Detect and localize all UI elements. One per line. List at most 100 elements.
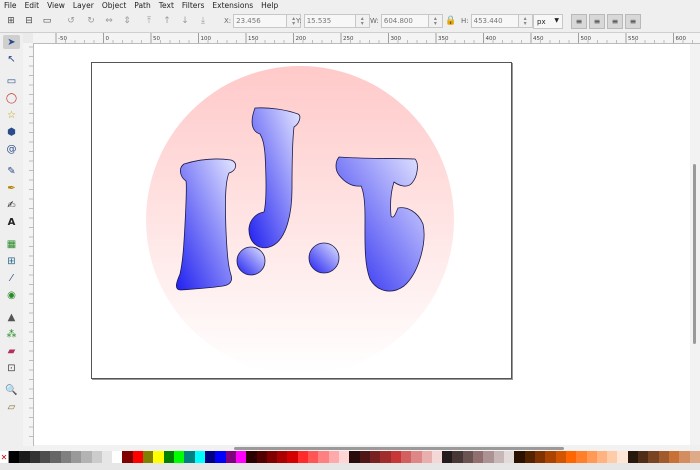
color-swatch[interactable]	[689, 451, 700, 463]
menu-item-help[interactable]: Help	[257, 0, 282, 11]
color-swatch[interactable]	[287, 451, 298, 463]
color-swatch[interactable]	[411, 451, 422, 463]
color-swatch[interactable]	[369, 451, 381, 463]
color-swatch[interactable]	[462, 451, 474, 463]
color-swatch[interactable]	[266, 451, 278, 463]
menu-item-path[interactable]: Path	[130, 0, 154, 11]
dot-two-shape[interactable]	[308, 242, 340, 274]
color-swatch[interactable]	[246, 451, 257, 463]
lower-icon[interactable]: ↓	[178, 14, 192, 28]
color-swatch[interactable]	[627, 451, 639, 463]
calligraphy-tool-icon[interactable]: ✍	[3, 198, 20, 212]
select-all-icon[interactable]: ⊞	[4, 14, 18, 28]
move-patterns-icon[interactable]: ≡	[625, 14, 641, 29]
color-swatch[interactable]	[122, 451, 133, 463]
color-swatch[interactable]	[277, 451, 288, 463]
color-swatch[interactable]	[431, 451, 443, 463]
color-swatch[interactable]	[473, 451, 484, 463]
color-swatch[interactable]	[143, 451, 154, 463]
y-input[interactable]: 15.535	[303, 14, 356, 28]
scale-corners-icon[interactable]: ≡	[589, 14, 605, 29]
color-swatch[interactable]	[483, 451, 494, 463]
menu-item-file[interactable]: File	[0, 0, 21, 11]
pencil-tool-icon[interactable]: ✎	[3, 164, 20, 178]
menu-item-object[interactable]: Object	[98, 0, 130, 11]
color-swatch[interactable]	[308, 451, 319, 463]
select-all-layers-icon[interactable]: ⊟	[22, 14, 36, 28]
color-swatch[interactable]	[359, 451, 370, 463]
color-swatch[interactable]	[194, 451, 205, 463]
y-stepper[interactable]: ▴ ▾	[355, 14, 370, 28]
vertical-scroll-thumb[interactable]	[693, 164, 696, 344]
raise-icon[interactable]: ↑	[160, 14, 174, 28]
color-swatch[interactable]	[163, 451, 174, 463]
ellipse-tool-icon[interactable]: ◯	[3, 91, 20, 105]
color-swatch[interactable]	[29, 451, 40, 463]
menu-item-extensions[interactable]: Extensions	[208, 0, 257, 11]
color-swatch[interactable]	[524, 451, 535, 463]
lower-to-bottom-icon[interactable]: ⤓	[196, 14, 210, 28]
color-swatch[interactable]	[297, 451, 309, 463]
color-swatch[interactable]	[215, 451, 226, 463]
menu-item-text[interactable]: Text	[155, 0, 178, 11]
h-input[interactable]: 453.440	[470, 14, 519, 28]
color-swatch[interactable]	[565, 451, 577, 463]
color-swatch[interactable]	[545, 451, 556, 463]
menu-item-edit[interactable]: Edit	[21, 0, 44, 11]
paint-bucket-tool-icon[interactable]: ◉	[3, 288, 20, 302]
horizontal-ruler[interactable]: -500501001502002503003504004505005506006…	[33, 33, 700, 44]
horizontal-scroll-thumb[interactable]	[234, 447, 564, 450]
color-swatch[interactable]	[349, 451, 360, 463]
menu-item-view[interactable]: View	[43, 0, 69, 11]
color-swatch[interactable]	[442, 451, 453, 463]
connector-tool-icon[interactable]: ⊡	[3, 361, 20, 375]
color-swatch[interactable]	[576, 451, 587, 463]
menu-item-filters[interactable]: Filters	[178, 0, 208, 11]
star-tool-icon[interactable]: ☆	[3, 108, 20, 122]
3dbox-tool-icon[interactable]: ⬢	[3, 125, 20, 139]
color-swatch[interactable]	[514, 451, 525, 463]
rotate-cw-icon[interactable]: ↻	[84, 14, 98, 28]
drawing-canvas[interactable]	[34, 44, 690, 445]
color-swatch[interactable]	[504, 451, 515, 463]
text-tool-icon[interactable]: A	[3, 215, 20, 229]
color-swatch[interactable]	[112, 451, 123, 463]
color-swatch[interactable]	[132, 451, 144, 463]
color-swatch[interactable]	[235, 451, 247, 463]
color-swatch[interactable]	[70, 451, 82, 463]
color-swatch[interactable]	[400, 451, 412, 463]
flip-horizontal-icon[interactable]: ⇔	[102, 14, 116, 28]
color-swatch[interactable]	[153, 451, 164, 463]
color-swatch[interactable]	[19, 451, 30, 463]
color-swatch[interactable]	[81, 451, 92, 463]
eraser-tool-icon[interactable]: ▰	[3, 344, 20, 358]
color-swatch[interactable]	[679, 451, 690, 463]
measure-tool-icon[interactable]: ▱	[3, 400, 20, 414]
zoom-tool-icon[interactable]: 🔍	[3, 383, 20, 397]
spray-tool-icon[interactable]: ⁂	[3, 327, 20, 341]
dot-one-shape[interactable]	[236, 246, 266, 276]
color-swatch[interactable]	[638, 451, 649, 463]
pen-tool-icon[interactable]: ✒	[3, 181, 20, 195]
w-input[interactable]: 604.800	[380, 14, 429, 28]
unit-select[interactable]: px ▼	[533, 14, 563, 29]
menu-item-layer[interactable]: Layer	[69, 0, 98, 11]
vertical-ruler[interactable]	[23, 43, 34, 446]
color-swatch[interactable]	[91, 451, 102, 463]
color-swatch[interactable]	[39, 451, 51, 463]
x-input[interactable]: 23.456	[233, 14, 288, 28]
color-swatch[interactable]	[555, 451, 566, 463]
color-swatch[interactable]	[586, 451, 597, 463]
rotate-ccw-icon[interactable]: ↺	[64, 14, 78, 28]
raise-to-top-icon[interactable]: ⤒	[142, 14, 156, 28]
color-swatch[interactable]	[256, 451, 267, 463]
color-swatch[interactable]	[421, 451, 432, 463]
deselect-icon[interactable]: ▭	[40, 14, 54, 28]
color-swatch[interactable]	[339, 451, 350, 463]
dropper-tool-icon[interactable]: ⁄	[3, 271, 20, 285]
artwork[interactable]	[34, 44, 690, 445]
color-swatch[interactable]	[390, 451, 401, 463]
color-swatch[interactable]	[452, 451, 463, 463]
node-tool-icon[interactable]: ↖	[3, 52, 20, 66]
color-swatch[interactable]	[174, 451, 185, 463]
